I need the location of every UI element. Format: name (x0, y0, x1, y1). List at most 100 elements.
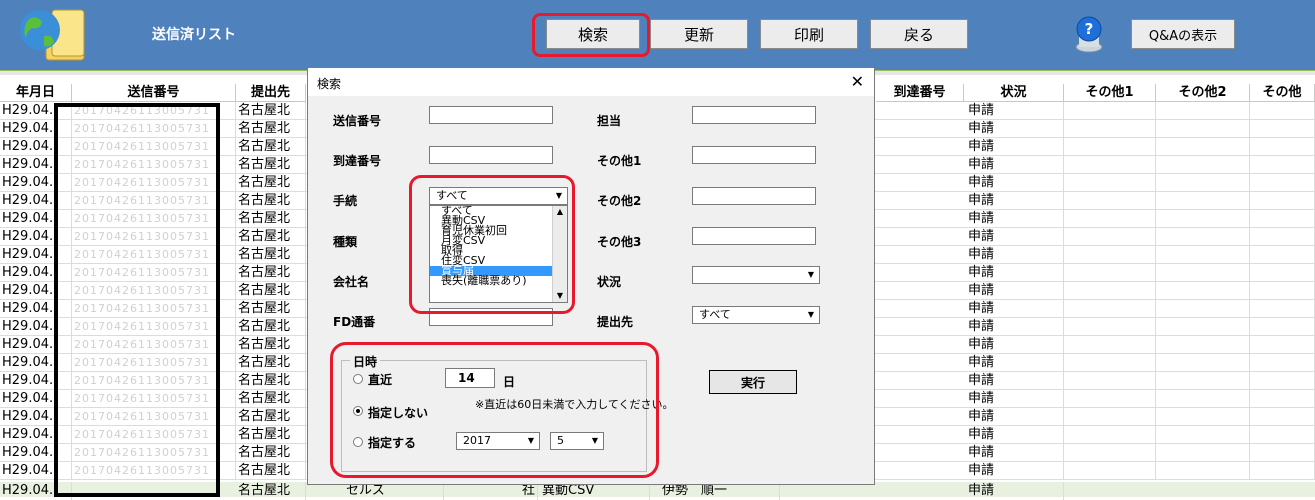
cell-dest: 名古屋北 (236, 408, 306, 426)
cell-status: 申請 (966, 192, 1064, 210)
cell-empty (1156, 120, 1250, 138)
cell-dest: 名古屋北 (236, 354, 306, 372)
cell-empty (1064, 318, 1156, 336)
cell-empty (1156, 390, 1250, 408)
cell-empty (1064, 282, 1156, 300)
chevron-down-icon[interactable]: ▼ (804, 308, 818, 322)
send-no-field[interactable] (429, 106, 553, 124)
cell-empty (1156, 300, 1250, 318)
other1-label: その他1 (597, 154, 642, 168)
cell-status: 申請 (966, 318, 1064, 336)
cell-status: 申請 (966, 228, 1064, 246)
cell-status: 申請 (966, 482, 1064, 500)
cell-dest: 名古屋北 (236, 174, 306, 192)
dest-label: 提出先 (597, 315, 634, 329)
toolbar: 送信済リスト 検索 更新 印刷 戻る ? Q&Aの表示 (0, 0, 1315, 70)
other1-field[interactable] (692, 146, 816, 164)
cell-empty (1250, 246, 1315, 264)
cell-dest: 名古屋北 (236, 228, 306, 246)
dialog-titlebar: 検索 ✕ (308, 68, 874, 96)
owner-field[interactable] (692, 106, 816, 124)
col-header-send-no[interactable]: 送信番号 (72, 84, 236, 102)
cell-status: 申請 (966, 282, 1064, 300)
cell-empty (1250, 156, 1315, 174)
cell-status: 申請 (966, 354, 1064, 372)
dest-select[interactable]: すべて ▼ (692, 306, 820, 324)
cell-empty (1250, 354, 1315, 372)
status-label: 状況 (597, 275, 622, 289)
cell-status: 申請 (966, 300, 1064, 318)
qa-button[interactable]: Q&Aの表示 (1131, 19, 1235, 49)
datetime-highlight (330, 342, 659, 478)
cell-dest: 名古屋北 (236, 426, 306, 444)
cell-empty (1250, 120, 1315, 138)
cell-empty (1250, 102, 1315, 120)
cell-empty (1250, 300, 1315, 318)
cell-empty (1250, 408, 1315, 426)
redaction-box (54, 103, 220, 497)
cell-empty (1250, 372, 1315, 390)
cell-dest: 名古屋北 (236, 120, 306, 138)
cell-dest: 名古屋北 (236, 138, 306, 156)
cell-status: 申請 (966, 138, 1064, 156)
cell-empty (1250, 462, 1315, 480)
cell-dest: 名古屋北 (236, 336, 306, 354)
cell-dest: 名古屋北 (236, 482, 306, 500)
cell-empty (1250, 444, 1315, 462)
cell-status: 申請 (966, 390, 1064, 408)
cell-empty (1156, 354, 1250, 372)
cell-empty (1156, 408, 1250, 426)
cell-empty (1156, 174, 1250, 192)
col-header-arrival-no[interactable]: 到達番号 (876, 84, 964, 102)
cell-dest: 名古屋北 (236, 318, 306, 336)
execute-button[interactable]: 実行 (709, 370, 797, 394)
company-label: 会社名 (333, 275, 370, 289)
arrival-no-field[interactable] (429, 146, 553, 164)
update-button[interactable]: 更新 (650, 19, 748, 49)
cell-empty (1064, 138, 1156, 156)
cell-empty (1064, 264, 1156, 282)
cell-dest: 名古屋北 (236, 390, 306, 408)
search-highlight (532, 13, 650, 57)
cell-empty (1250, 264, 1315, 282)
close-icon[interactable]: ✕ (851, 72, 864, 91)
search-dialog: 検索 ✕ 送信番号 到達番号 手続 すべて ▼ すべて 異動CSV 育児休業初回 月変… (307, 67, 875, 485)
cell-dest: 名古屋北 (236, 264, 306, 282)
cell-dest: 名古屋北 (236, 210, 306, 228)
dialog-title: 検索 (317, 77, 342, 91)
chevron-down-icon[interactable]: ▼ (804, 268, 818, 282)
cell-empty (1064, 156, 1156, 174)
other2-field[interactable] (692, 187, 816, 205)
cell-empty (1250, 390, 1315, 408)
cell-empty (1064, 426, 1156, 444)
cell-empty (1064, 462, 1156, 480)
help-question-icon[interactable]: ? (1073, 15, 1105, 53)
cell-dest: 名古屋北 (236, 444, 306, 462)
cell-empty (1064, 372, 1156, 390)
cell-dest: 名古屋北 (236, 192, 306, 210)
cell-empty (1156, 138, 1250, 156)
other3-field[interactable] (692, 227, 816, 245)
cell-empty (1156, 192, 1250, 210)
col-header-other1[interactable]: その他1 (1064, 84, 1156, 102)
col-header-dest[interactable]: 提出先 (236, 84, 306, 102)
cell-empty (1064, 120, 1156, 138)
cell-dest: 名古屋北 (236, 282, 306, 300)
procedure-highlight (409, 175, 575, 314)
col-header-date[interactable]: 年月日 (0, 84, 72, 102)
dest-select-value: すべて (699, 308, 731, 321)
cell-status: 申請 (966, 462, 1064, 480)
print-button[interactable]: 印刷 (760, 19, 858, 49)
back-button[interactable]: 戻る (870, 19, 968, 49)
cell-dest: 名古屋北 (236, 156, 306, 174)
col-header-other[interactable]: その他 (1250, 84, 1315, 102)
col-header-other2[interactable]: その他2 (1156, 84, 1250, 102)
cell-status: 申請 (966, 408, 1064, 426)
procedure-label: 手続 (333, 194, 358, 208)
col-header-status[interactable]: 状況 (964, 84, 1064, 102)
status-select[interactable]: ▼ (692, 266, 820, 284)
cell-dest: 名古屋北 (236, 372, 306, 390)
cell-empty (1156, 228, 1250, 246)
cell-empty (1156, 462, 1250, 480)
cell-empty (1064, 174, 1156, 192)
